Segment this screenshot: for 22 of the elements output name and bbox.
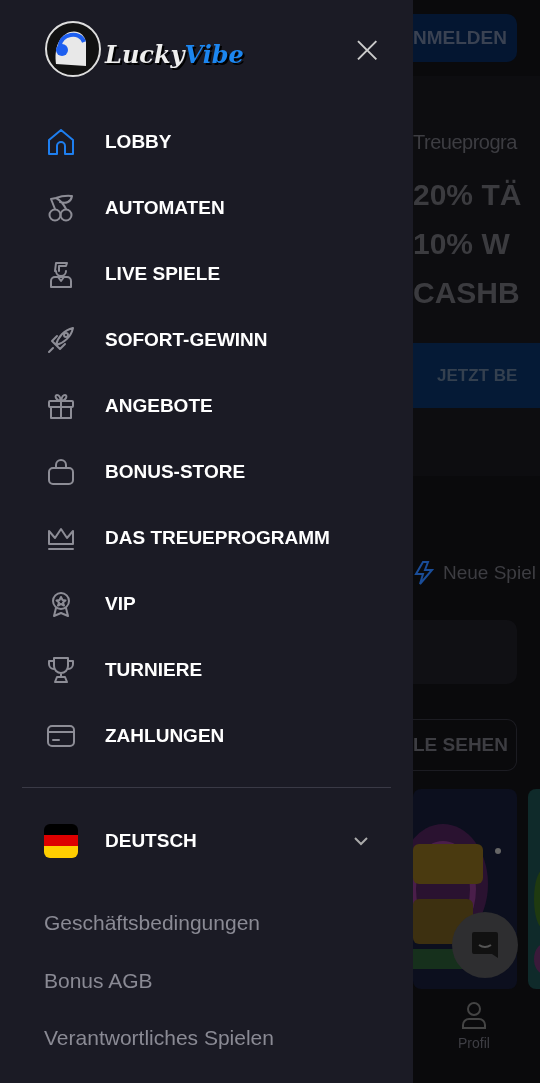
menu-item[interactable]: DAS TREUEPROGRAMM xyxy=(0,505,413,571)
menu-item[interactable]: LIVE SPIELE xyxy=(0,241,413,307)
language-selector[interactable]: DEUTSCH xyxy=(0,788,413,894)
german-flag-icon xyxy=(44,824,78,858)
lightning-icon xyxy=(413,560,435,586)
menu-item[interactable]: AUTOMATEN xyxy=(0,175,413,241)
menu-item[interactable]: LOBBY xyxy=(0,109,413,175)
chat-icon xyxy=(470,930,500,960)
footer-link[interactable]: Bonus AGB xyxy=(44,951,413,1009)
menu-item[interactable]: SOFORT-GEWINN xyxy=(0,307,413,373)
logo-text: Lucky xyxy=(105,39,185,69)
footer-link[interactable]: Verantwortliches Spielen xyxy=(44,1009,413,1067)
menu-item[interactable]: BONUS-STORE xyxy=(0,439,413,505)
footer-link[interactable]: Geschäftsbedingungen xyxy=(44,894,413,952)
menu-item[interactable]: TURNIERE xyxy=(0,637,413,703)
close-button[interactable]: × xyxy=(347,30,387,68)
user-icon xyxy=(460,1001,487,1029)
menu-item[interactable]: VIP xyxy=(0,571,413,637)
menu-item[interactable]: ANGEBOTE xyxy=(0,373,413,439)
logo-emblem-icon xyxy=(44,20,102,78)
search-field[interactable] xyxy=(413,620,517,684)
menu-item[interactable]: ZAHLUNGEN xyxy=(0,703,413,769)
